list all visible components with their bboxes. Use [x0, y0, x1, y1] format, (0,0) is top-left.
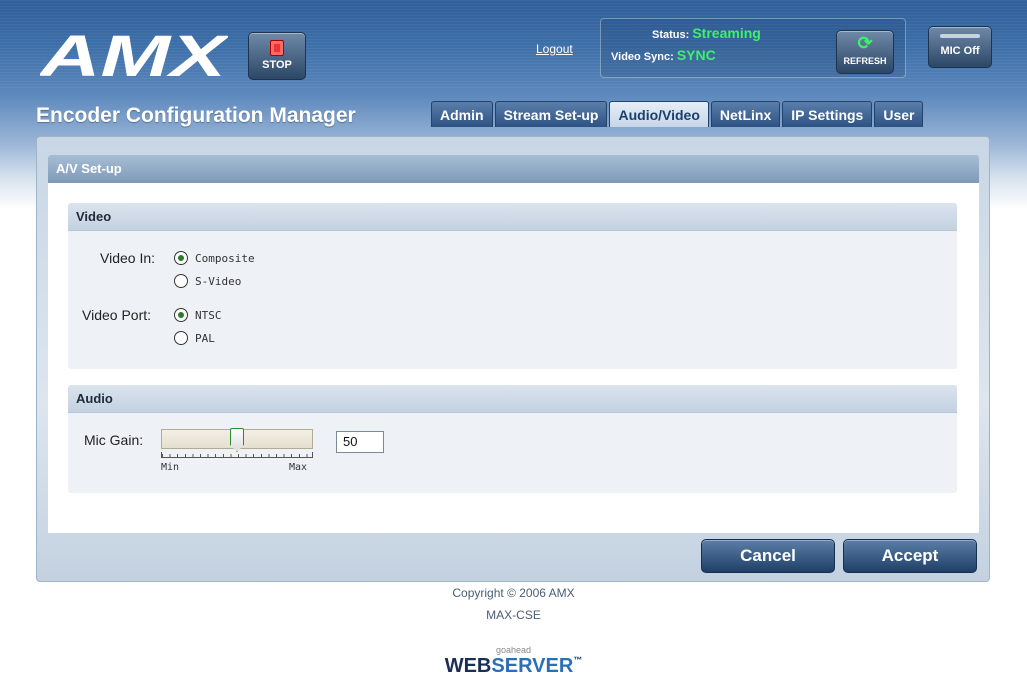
radio-label: Composite	[195, 251, 255, 265]
audio-section-header: Audio	[68, 385, 957, 413]
mic-toggle-button[interactable]: MIC Off	[928, 26, 992, 68]
slider-max-label: Max	[289, 462, 308, 473]
video-in-composite-radio[interactable]: Composite	[174, 251, 255, 265]
logout-link[interactable]: Logout	[536, 42, 573, 56]
radio-label: NTSC	[195, 308, 222, 322]
tab-netlinx[interactable]: NetLinx	[710, 101, 781, 127]
panel-title: A/V Set-up	[56, 161, 122, 176]
video-heading: Video	[76, 209, 112, 224]
stop-label: STOP	[262, 59, 292, 71]
webserver-tm: ™	[573, 655, 583, 665]
panel-header: A/V Set-up	[48, 155, 979, 183]
audio-heading: Audio	[76, 391, 113, 406]
video-port-label: Video Port:	[82, 307, 152, 323]
radio-unselected-icon	[174, 274, 188, 288]
tab-stream-setup[interactable]: Stream Set-up	[494, 101, 608, 127]
radio-selected-icon	[174, 251, 188, 265]
stop-button[interactable]: STOP	[248, 32, 306, 80]
status-row: Status: Streaming	[652, 25, 761, 41]
slider-ticks	[161, 452, 313, 458]
radio-unselected-icon	[174, 331, 188, 345]
microphone-icon	[940, 34, 980, 38]
radio-selected-icon	[174, 308, 188, 322]
video-sync-row: Video Sync: SYNC	[611, 47, 716, 63]
refresh-button[interactable]: ⟳ REFRESH	[836, 30, 894, 74]
accept-button[interactable]: Accept	[843, 539, 977, 573]
av-setup-panel: A/V Set-up Video Video In: Composite S-V…	[36, 136, 990, 582]
video-section: Video Video In: Composite S-Video Video …	[68, 203, 957, 369]
webserver-server: SERVER	[491, 655, 574, 677]
tab-bar: Admin Stream Set-up Audio/Video NetLinx …	[431, 101, 924, 127]
slider-min-label: Min	[161, 462, 180, 473]
video-in-svideo-radio[interactable]: S-Video	[174, 274, 241, 288]
video-port-pal-radio[interactable]: PAL	[174, 331, 215, 345]
stop-icon	[270, 40, 284, 56]
tab-user[interactable]: User	[874, 101, 924, 127]
cancel-button[interactable]: Cancel	[701, 539, 835, 573]
tab-ip-settings[interactable]: IP Settings	[782, 101, 873, 127]
audio-section: Audio Mic Gain: Min Max 50	[68, 385, 957, 493]
svg-text:AMX: AMX	[40, 26, 228, 82]
refresh-label: REFRESH	[843, 56, 887, 66]
webserver-small-text: goahead	[495, 645, 532, 655]
radio-label: S-Video	[195, 274, 242, 288]
status-value: Streaming	[692, 25, 761, 41]
amx-logo: AMX	[40, 26, 228, 82]
refresh-icon: ⟳	[857, 33, 873, 53]
slider-thumb[interactable]	[230, 428, 244, 452]
video-sync-value: SYNC	[676, 47, 716, 63]
mic-gain-slider[interactable]	[161, 428, 313, 452]
mic-label: MIC Off	[940, 45, 980, 57]
app-title: Encoder Configuration Manager	[36, 104, 356, 127]
mic-gain-label: Mic Gain:	[84, 432, 144, 448]
video-sync-label: Video Sync:	[611, 51, 674, 63]
video-port-ntsc-radio[interactable]: NTSC	[174, 308, 222, 322]
video-section-header: Video	[68, 203, 957, 231]
video-in-label: Video In:	[100, 250, 156, 266]
mic-gain-input[interactable]: 50	[336, 431, 384, 453]
panel-body: Video Video In: Composite S-Video Video …	[48, 183, 979, 533]
tab-admin[interactable]: Admin	[431, 101, 493, 127]
webserver-logo: WEBSERVER™	[0, 655, 1027, 678]
copyright-text: Copyright © 2006 AMX	[452, 586, 575, 600]
status-label: Status:	[652, 29, 690, 41]
model-text: MAX-CSE	[486, 608, 541, 622]
webserver-web: WEB	[444, 655, 492, 677]
tab-audio-video[interactable]: Audio/Video	[609, 101, 709, 127]
radio-label: PAL	[195, 331, 215, 345]
